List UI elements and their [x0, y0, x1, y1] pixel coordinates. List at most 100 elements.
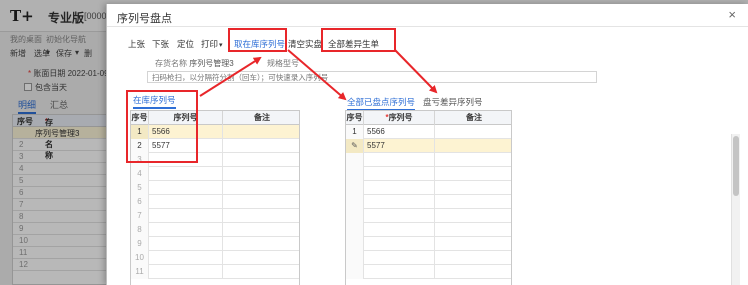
- table-row[interactable]: 9: [131, 237, 299, 251]
- row-note[interactable]: [435, 139, 511, 153]
- row-note[interactable]: [435, 251, 511, 265]
- next-button[interactable]: 下张: [152, 38, 169, 50]
- row-seq: 4: [131, 167, 149, 181]
- col-seq: 序号: [131, 111, 149, 125]
- fetch-stock-serial-button[interactable]: 取在库序列号: [234, 38, 285, 50]
- counted-grid-body: 1 5566 ✎ 5577: [346, 125, 511, 279]
- row-serial[interactable]: [364, 237, 435, 251]
- table-row[interactable]: 4: [131, 167, 299, 181]
- table-row[interactable]: ✎ 5577: [346, 139, 511, 153]
- table-row[interactable]: [346, 181, 511, 195]
- row-serial[interactable]: [149, 223, 223, 237]
- row-note[interactable]: [435, 125, 511, 139]
- table-row[interactable]: [346, 223, 511, 237]
- row-serial[interactable]: [149, 167, 223, 181]
- print-button[interactable]: 打印▾: [201, 38, 223, 50]
- row-serial[interactable]: [149, 237, 223, 251]
- row-serial[interactable]: 5566: [364, 125, 435, 139]
- table-row[interactable]: [346, 153, 511, 167]
- row-serial[interactable]: [149, 195, 223, 209]
- table-row[interactable]: [346, 167, 511, 181]
- generate-diff-orders-button[interactable]: 全部差异生单: [328, 38, 379, 50]
- row-serial[interactable]: [149, 181, 223, 195]
- row-note[interactable]: [223, 251, 299, 265]
- table-row[interactable]: [346, 209, 511, 223]
- row-serial[interactable]: [364, 251, 435, 265]
- row-seq: [346, 251, 364, 265]
- table-row[interactable]: 8: [131, 223, 299, 237]
- row-seq: [346, 181, 364, 195]
- col-serial: 序列号: [149, 111, 223, 125]
- row-note[interactable]: [435, 153, 511, 167]
- row-note[interactable]: [223, 125, 299, 139]
- row-serial[interactable]: [364, 223, 435, 237]
- stock-grid-header: 序号 序列号 备注: [131, 111, 299, 125]
- row-serial[interactable]: [364, 167, 435, 181]
- row-serial[interactable]: 5577: [364, 139, 435, 153]
- row-serial[interactable]: [149, 251, 223, 265]
- table-row[interactable]: 1 5566: [131, 125, 299, 139]
- row-note[interactable]: [435, 181, 511, 195]
- table-row[interactable]: 10: [131, 251, 299, 265]
- row-note[interactable]: [435, 237, 511, 251]
- table-row[interactable]: 7: [131, 209, 299, 223]
- tab-loss-diff-serials[interactable]: 盘亏差异序列号: [423, 96, 483, 108]
- row-serial[interactable]: [149, 209, 223, 223]
- spec-label: 规格型号: [267, 59, 299, 68]
- table-row[interactable]: 5: [131, 181, 299, 195]
- clear-count-button[interactable]: 清空实盘: [288, 38, 322, 50]
- close-icon[interactable]: ×: [728, 7, 736, 22]
- row-serial[interactable]: [364, 265, 435, 279]
- print-caret-icon: ▾: [219, 42, 223, 49]
- table-row[interactable]: [346, 265, 511, 279]
- row-note[interactable]: [435, 195, 511, 209]
- scan-serial-input[interactable]: [147, 71, 597, 83]
- row-note[interactable]: [223, 195, 299, 209]
- row-note[interactable]: [223, 181, 299, 195]
- row-serial[interactable]: [364, 209, 435, 223]
- row-seq: [346, 167, 364, 181]
- table-row[interactable]: 1 5566: [346, 125, 511, 139]
- table-row[interactable]: [346, 251, 511, 265]
- row-note[interactable]: [435, 209, 511, 223]
- table-row[interactable]: 11: [131, 265, 299, 279]
- row-serial[interactable]: [149, 265, 223, 279]
- row-note[interactable]: [435, 223, 511, 237]
- row-serial[interactable]: 5566: [149, 125, 223, 139]
- row-note[interactable]: [223, 223, 299, 237]
- row-seq: 9: [131, 237, 149, 251]
- row-seq: [346, 237, 364, 251]
- row-note[interactable]: [435, 265, 511, 279]
- row-note[interactable]: [223, 237, 299, 251]
- prev-button[interactable]: 上张: [128, 38, 145, 50]
- row-note[interactable]: [223, 209, 299, 223]
- row-seq: 2: [131, 139, 149, 153]
- row-note[interactable]: [223, 139, 299, 153]
- row-serial[interactable]: [364, 153, 435, 167]
- row-note[interactable]: [435, 167, 511, 181]
- row-seq: [346, 209, 364, 223]
- table-row[interactable]: 2 5577: [131, 139, 299, 153]
- table-row[interactable]: [346, 195, 511, 209]
- tab-all-counted-serials[interactable]: 全部已盘点序列号: [347, 96, 416, 111]
- row-note[interactable]: [223, 167, 299, 181]
- row-note[interactable]: [223, 153, 299, 167]
- tab-stock-serials[interactable]: 在库序列号: [133, 94, 176, 109]
- col-note: 备注: [254, 113, 270, 122]
- row-serial[interactable]: [364, 195, 435, 209]
- row-serial[interactable]: [364, 181, 435, 195]
- item-name-label: 存货名称: [155, 59, 187, 68]
- row-serial[interactable]: 5577: [149, 139, 223, 153]
- row-seq: 10: [131, 251, 149, 265]
- row-seq: [346, 223, 364, 237]
- row-seq: [346, 153, 364, 167]
- locate-button[interactable]: 定位: [177, 38, 194, 50]
- scrollbar-thumb[interactable]: [733, 136, 739, 196]
- row-seq: 8: [131, 223, 149, 237]
- row-note[interactable]: [223, 265, 299, 279]
- vertical-scrollbar[interactable]: [731, 134, 740, 285]
- table-row[interactable]: 3: [131, 153, 299, 167]
- row-serial[interactable]: [149, 153, 223, 167]
- table-row[interactable]: [346, 237, 511, 251]
- table-row[interactable]: 6: [131, 195, 299, 209]
